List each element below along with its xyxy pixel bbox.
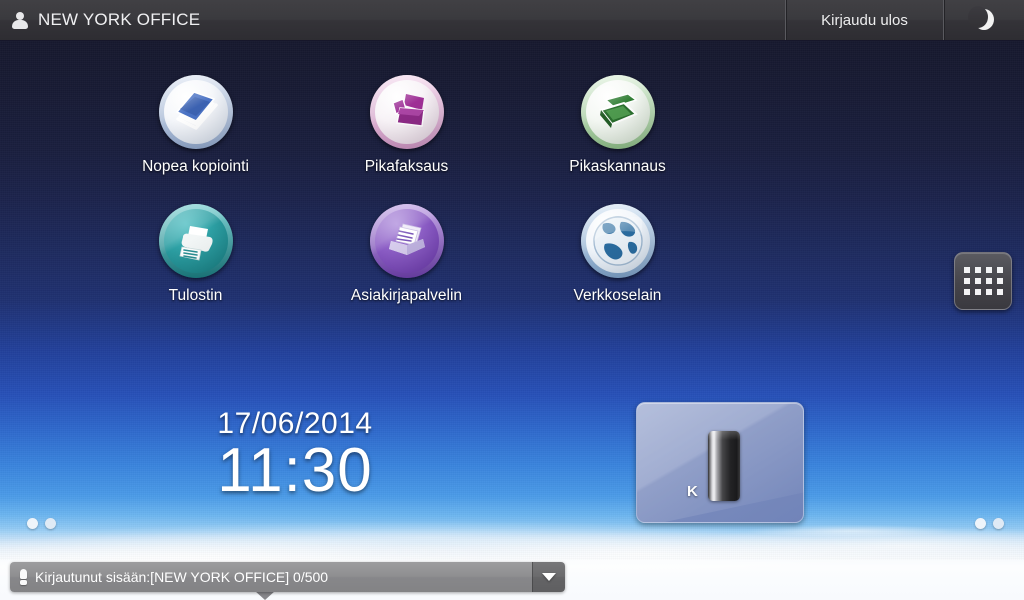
copy-book-icon xyxy=(158,75,233,149)
globe-icon xyxy=(580,204,655,278)
top-header-bar: NEW YORK OFFICE Kirjaudu ulos xyxy=(0,0,1024,41)
printer-glyph xyxy=(179,226,213,261)
printer-home-screen: NEW YORK OFFICE Kirjaudu ulos Nopea kopi… xyxy=(0,0,1024,600)
fax-machine-icon xyxy=(369,75,444,149)
chevron-down-icon xyxy=(542,573,556,581)
scanner-icon xyxy=(580,75,655,149)
app-label: Pikafaksaus xyxy=(364,158,449,175)
app-label: Pikaskannaus xyxy=(569,158,666,175)
scanner-glyph xyxy=(598,93,638,128)
app-label: Tulostin xyxy=(168,287,223,304)
app-label: Nopea kopiointi xyxy=(142,158,249,175)
page-indicator-right[interactable] xyxy=(975,518,1004,529)
copy-book-glyph xyxy=(175,91,218,130)
app-item-quick-fax[interactable]: Pikafaksaus xyxy=(301,75,512,176)
current-date: 17/06/2014 xyxy=(217,407,373,440)
app-grid-icon xyxy=(963,267,1003,295)
logout-button[interactable]: Kirjaudu ulos xyxy=(785,0,943,40)
page-indicator-left[interactable] xyxy=(27,518,56,529)
logout-button-label: Kirjaudu ulos xyxy=(821,11,908,29)
status-expand-button[interactable] xyxy=(532,562,565,592)
globe-glyph xyxy=(592,216,643,266)
header-user-area: NEW YORK OFFICE xyxy=(0,0,785,40)
printer-icon xyxy=(158,204,233,278)
app-item-document-server[interactable]: Asiakirjapalvelin xyxy=(301,204,512,305)
fax-glyph xyxy=(391,94,425,127)
app-label: Asiakirjapalvelin xyxy=(350,287,463,304)
application-grid: Nopea kopiointi Pikafaksaus Pikaskannaus… xyxy=(90,75,730,305)
sleep-mode-button[interactable] xyxy=(943,0,1024,40)
toner-cartridge-icon xyxy=(708,431,740,501)
app-item-web-browser[interactable]: Verkkoselain xyxy=(512,204,723,305)
app-label: Verkkoselain xyxy=(573,287,662,304)
app-item-quick-copy[interactable]: Nopea kopiointi xyxy=(90,75,301,176)
status-bar: Kirjautunut sisään:[NEW YORK OFFICE] 0/5… xyxy=(10,562,565,592)
status-bar-notch xyxy=(255,591,275,600)
page-title: NEW YORK OFFICE xyxy=(38,10,201,29)
current-time: 11:30 xyxy=(217,435,373,505)
toner-level-widget[interactable]: K xyxy=(636,402,804,523)
app-item-printer[interactable]: Tulostin xyxy=(90,204,301,305)
app-row-1: Nopea kopiointi Pikafaksaus Pikaskannaus xyxy=(90,75,730,176)
document-server-icon xyxy=(369,204,444,278)
moon-icon xyxy=(968,6,995,31)
status-message-text: Kirjautunut sisään:[NEW YORK OFFICE] 0/5… xyxy=(35,569,329,585)
alert-icon xyxy=(19,568,28,586)
app-drawer-button[interactable] xyxy=(954,252,1012,310)
user-icon xyxy=(11,10,29,30)
status-message-area: Kirjautunut sisään:[NEW YORK OFFICE] 0/5… xyxy=(10,562,532,592)
document-server-glyph xyxy=(388,223,425,255)
toner-color-label: K xyxy=(687,483,698,500)
app-row-2: Tulostin Asiakirjapalvelin Verkkoselain xyxy=(90,204,730,305)
clock-widget: 17/06/2014 11:30 xyxy=(120,408,470,503)
app-item-quick-scan[interactable]: Pikaskannaus xyxy=(512,75,723,176)
